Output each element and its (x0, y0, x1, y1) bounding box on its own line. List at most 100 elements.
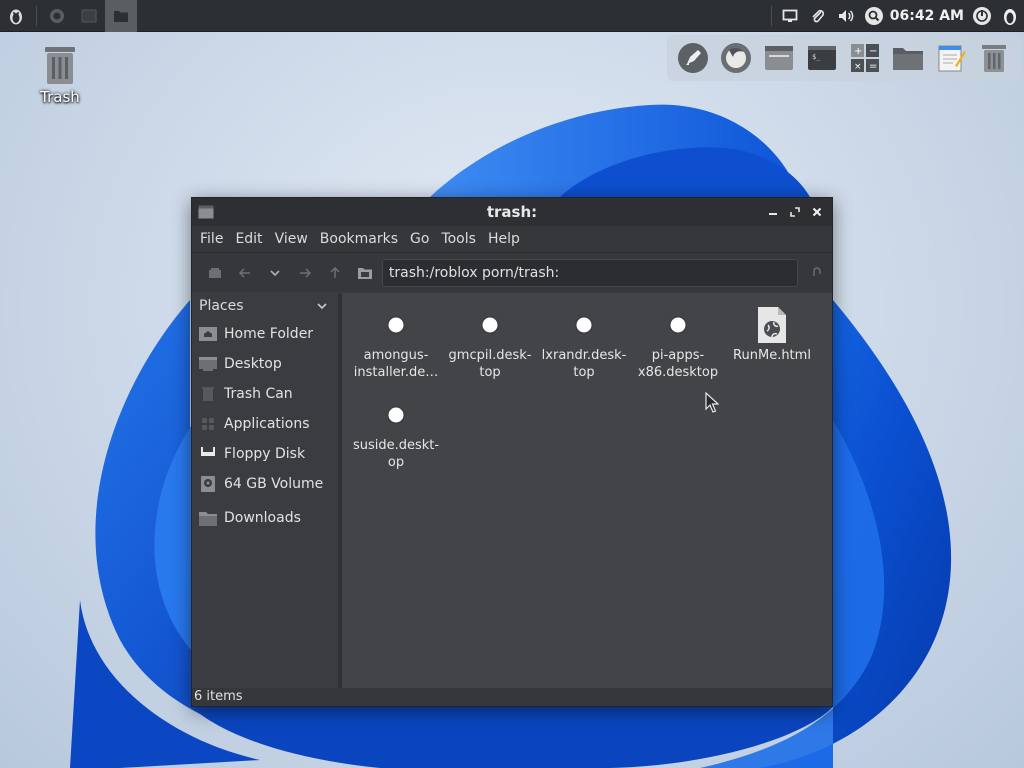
new-tab-button[interactable] (200, 259, 230, 287)
drive-icon (201, 476, 215, 492)
desktop-icon-trash[interactable]: Trash (30, 44, 90, 106)
dock-terminal[interactable]: $_ (804, 40, 840, 76)
file-name: top (573, 365, 595, 380)
file-item[interactable]: amongus- installer.de… (349, 303, 443, 381)
file-name: amongus- (363, 348, 429, 363)
dock-firefox[interactable] (718, 40, 754, 76)
minimize-icon (769, 213, 777, 215)
svg-text:+: + (854, 46, 862, 57)
sidebar-item-applications[interactable]: Applications (192, 409, 338, 439)
power-tray-button[interactable] (968, 0, 996, 32)
dock-notepad[interactable] (933, 40, 969, 76)
arrow-right-icon (299, 267, 311, 278)
maximize-icon (790, 207, 800, 217)
monitor-icon (782, 9, 798, 22)
menu-help[interactable]: Help (482, 231, 526, 247)
location-bar[interactable]: trash:/roblox porn/trash: (381, 258, 799, 287)
maximize-button[interactable] (786, 203, 804, 221)
dock: $_ + − × = (667, 35, 1022, 81)
dock-launcher[interactable] (675, 40, 711, 76)
home-button[interactable] (350, 259, 380, 287)
sidebar-item-64gb-volume[interactable]: 64 GB Volume (192, 469, 338, 499)
file-view[interactable]: amongus- installer.de… gmcpil.desk- top … (342, 293, 832, 688)
clipboard-tray-button[interactable] (804, 0, 832, 32)
folder-icon (357, 267, 372, 279)
file-item[interactable]: gmcpil.desk- top (443, 303, 537, 381)
sidebar-item-floppy-disk[interactable]: Floppy Disk (192, 439, 338, 469)
menu-go[interactable]: Go (404, 231, 435, 247)
desktop-icon-label: Trash (40, 88, 80, 106)
reload-button[interactable] (802, 259, 832, 287)
dock-window[interactable] (761, 40, 797, 76)
dock-file-manager[interactable] (890, 40, 926, 76)
system-tray: 06:42 AM (767, 0, 1024, 32)
file-name: op (387, 455, 405, 470)
places-sidebar: Places Home Folder Desktop Trash Can App… (192, 293, 342, 688)
svg-text:×: × (854, 62, 862, 72)
dock-calculator[interactable]: + − × = (847, 40, 883, 76)
file-name: gmcpil.desk- (448, 348, 532, 363)
sidebar-item-label: Desktop (224, 356, 282, 372)
sidebar-item-trash-can[interactable]: Trash Can (192, 379, 338, 409)
menu-tools[interactable]: Tools (435, 231, 482, 247)
file-item[interactable]: suside.deskt- op (349, 393, 443, 471)
svg-text:$_: $_ (812, 53, 821, 61)
user-tray-button[interactable] (996, 0, 1024, 32)
title-bar[interactable]: trash: (192, 198, 832, 226)
arrow-left-icon (238, 267, 250, 278)
minimize-button[interactable] (764, 203, 782, 221)
menu-view[interactable]: View (269, 231, 314, 247)
svg-text:−: − (869, 46, 877, 57)
menu-file[interactable]: File (194, 231, 229, 247)
up-button[interactable] (320, 259, 350, 287)
mouse-cursor-icon (705, 392, 719, 413)
file-item[interactable]: RunMe.html (725, 303, 819, 364)
dock-trash[interactable] (976, 40, 1012, 76)
chevron-down-icon (270, 269, 280, 276)
terminal-launcher[interactable] (73, 0, 105, 32)
close-button[interactable] (808, 203, 826, 221)
close-icon (812, 207, 822, 217)
screen-tray-button[interactable] (776, 0, 804, 32)
floppy-icon (201, 447, 215, 461)
file-name: x86.desktop (637, 365, 719, 380)
file-name: pi-apps- (651, 348, 705, 363)
trash-icon (45, 47, 75, 84)
places-header[interactable]: Places (192, 293, 338, 319)
top-panel: 06:42 AM (0, 0, 1024, 32)
sidebar-item-downloads[interactable]: Downloads (192, 503, 338, 533)
browser-launcher[interactable] (41, 0, 73, 32)
sidebar-item-home-folder[interactable]: Home Folder (192, 319, 338, 349)
sidebar-item-label: Home Folder (224, 326, 314, 342)
sidebar-item-label: 64 GB Volume (224, 476, 324, 492)
desktop-file-icon (481, 316, 499, 334)
menu-bookmarks[interactable]: Bookmarks (314, 231, 404, 247)
folder-icon (114, 10, 128, 22)
file-item[interactable]: pi-apps- x86.desktop (631, 303, 725, 381)
terminal-icon: $_ (808, 46, 836, 70)
history-dropdown[interactable] (260, 259, 290, 287)
file-name: suside.deskt- (352, 438, 440, 453)
search-tray-button[interactable] (860, 0, 888, 32)
volume-tray-button[interactable] (832, 0, 860, 32)
menu-button[interactable] (0, 0, 32, 32)
new-tab-icon (208, 267, 221, 278)
file-item[interactable]: lxrandr.desk- top (537, 303, 631, 381)
sidebar-item-desktop[interactable]: Desktop (192, 349, 338, 379)
file-manager-task[interactable] (105, 0, 137, 32)
reload-icon (813, 266, 821, 276)
window-icon (765, 46, 793, 70)
search-icon (864, 6, 883, 25)
penguin-icon (10, 9, 22, 24)
location-input[interactable]: trash:/roblox porn/trash: (389, 265, 559, 281)
volume-icon (838, 9, 854, 22)
sidebar-item-label: Trash Can (224, 386, 293, 402)
status-bar: 6 items (192, 688, 832, 706)
rocket-icon (678, 43, 708, 73)
file-name: installer.de… (353, 365, 439, 380)
back-button[interactable] (230, 259, 260, 287)
clock[interactable]: 06:42 AM (888, 8, 968, 24)
desktop-file-icon (387, 316, 405, 334)
menu-edit[interactable]: Edit (229, 231, 268, 247)
forward-button[interactable] (290, 259, 320, 287)
